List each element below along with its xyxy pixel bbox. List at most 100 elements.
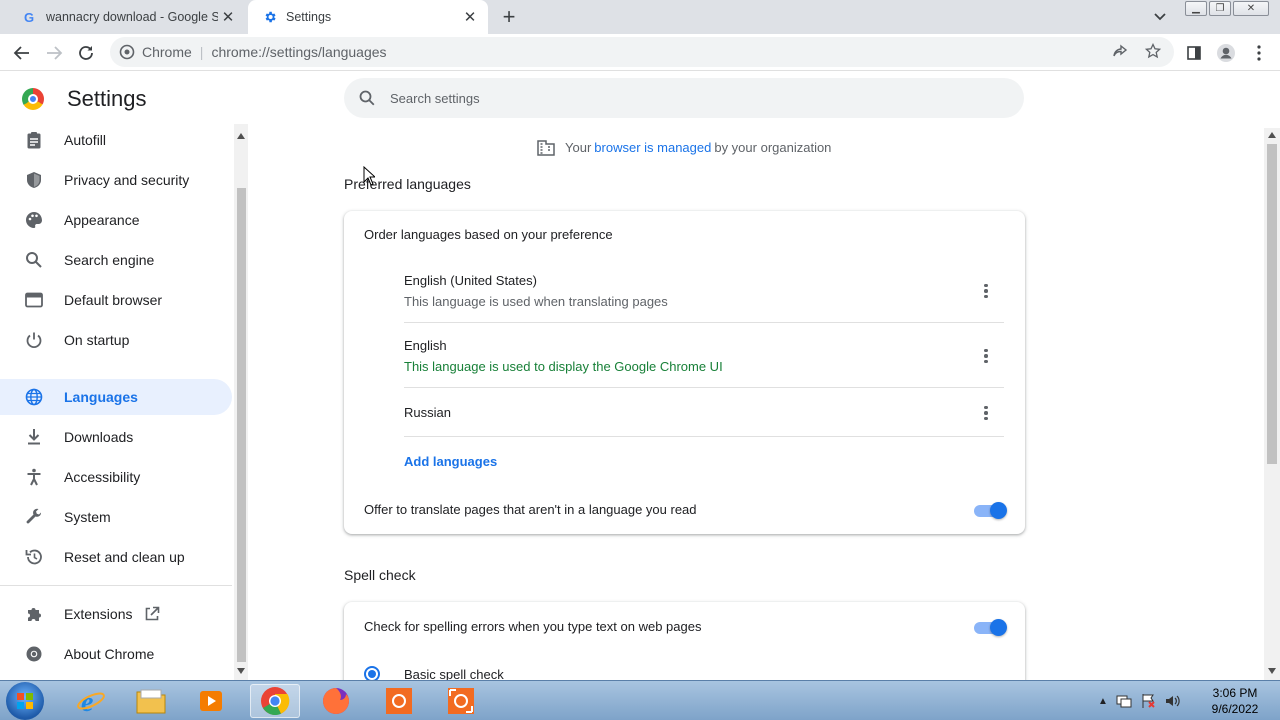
sidebar-scrollbar[interactable]: [234, 124, 248, 680]
taskbar-firefox[interactable]: [311, 684, 361, 718]
scroll-up-arrow-icon[interactable]: [237, 133, 245, 139]
restore-icon: [24, 547, 44, 567]
tab-settings[interactable]: Settings ✕: [248, 0, 488, 34]
sidebar-item-label: Accessibility: [64, 469, 141, 485]
taskbar-clock[interactable]: 3:06 PM 9/6/2022: [1200, 685, 1270, 717]
sidebar-item-extensions[interactable]: Extensions: [0, 596, 232, 632]
sidebar-item-about[interactable]: About Chrome: [0, 636, 232, 672]
spell-check-toggle[interactable]: [974, 619, 1007, 636]
kebab-menu-icon: [1257, 45, 1261, 61]
offer-translate-label: Offer to translate pages that aren't in …: [364, 502, 697, 517]
browser-menu-button[interactable]: [1247, 41, 1271, 65]
language-note: This language is used to display the Goo…: [404, 359, 723, 374]
taskbar-app-orange-2[interactable]: [436, 684, 486, 718]
sidebar-item-reset[interactable]: Reset and clean up: [0, 539, 232, 575]
search-icon: [24, 250, 44, 270]
action-center-flag-icon[interactable]: [1140, 693, 1156, 709]
chrome-logo-icon: [261, 687, 290, 715]
forward-arrow-icon: [47, 46, 63, 60]
language-item: English (United States) This language is…: [404, 273, 1004, 309]
language-menu-button[interactable]: [977, 347, 995, 365]
profile-button[interactable]: [1214, 41, 1238, 65]
language-divider: [404, 322, 1004, 323]
show-hidden-icons-icon[interactable]: ▲: [1098, 696, 1108, 707]
tab-search-chevron-icon[interactable]: [1150, 8, 1170, 26]
restore-button[interactable]: ❐: [1209, 1, 1231, 16]
taskbar-internet-explorer[interactable]: e: [66, 684, 116, 718]
preferred-languages-card: Order languages based on your preference…: [344, 211, 1025, 534]
sidebar-item-label: On startup: [64, 332, 130, 348]
building-icon: [537, 140, 555, 156]
scroll-down-arrow-icon[interactable]: [237, 668, 245, 674]
language-menu-button[interactable]: [977, 404, 995, 422]
sidebar-item-system[interactable]: System: [0, 499, 232, 535]
language-note: This language is used when translating p…: [404, 294, 668, 309]
close-tab-icon[interactable]: ✕: [460, 7, 480, 27]
sidebar-item-autofill[interactable]: Autofill: [0, 122, 232, 158]
shield-icon: [24, 170, 44, 190]
tab-title: wannacry download - Google Se: [46, 10, 218, 24]
close-window-button[interactable]: ✕: [1233, 1, 1269, 16]
network-icon[interactable]: [1116, 693, 1132, 709]
open-in-new-icon: [144, 606, 160, 622]
globe-icon: [24, 387, 44, 407]
close-tab-icon[interactable]: ✕: [218, 7, 238, 27]
sidebar-item-label: System: [64, 509, 111, 525]
language-menu-button[interactable]: [977, 282, 995, 300]
main-scroll-thumb[interactable]: [1267, 144, 1277, 464]
bookmark-star-icon[interactable]: [1144, 42, 1162, 62]
tab-google-search[interactable]: G wannacry download - Google Se ✕: [8, 0, 246, 34]
power-icon: [24, 330, 44, 350]
app-icon: [448, 688, 474, 714]
add-languages-button[interactable]: Add languages: [404, 454, 497, 469]
forward-button[interactable]: [42, 41, 66, 65]
back-button[interactable]: [10, 41, 34, 65]
chrome-logo-icon: [22, 88, 44, 110]
settings-search[interactable]: Search settings: [344, 78, 1024, 118]
url-text: chrome://settings/languages: [211, 44, 387, 60]
sidebar-item-accessibility[interactable]: Accessibility: [0, 459, 232, 495]
share-icon[interactable]: [1112, 44, 1128, 63]
side-panel-button[interactable]: [1182, 41, 1206, 65]
sidebar-item-default-browser[interactable]: Default browser: [0, 282, 232, 318]
language-name: English (United States): [404, 273, 537, 288]
search-icon: [359, 90, 375, 106]
taskbar-media-player[interactable]: [186, 684, 236, 718]
sidebar-item-languages[interactable]: Languages: [0, 379, 232, 415]
sidebar-item-search-engine[interactable]: Search engine: [0, 242, 232, 278]
start-button[interactable]: [6, 682, 44, 720]
sidebar-item-label: About Chrome: [64, 646, 155, 662]
svg-text:G: G: [24, 10, 34, 24]
volume-icon[interactable]: [1164, 693, 1180, 709]
address-bar[interactable]: Chrome | chrome://settings/languages: [110, 37, 1174, 67]
sidebar-item-privacy[interactable]: Privacy and security: [0, 162, 232, 198]
offer-translate-toggle[interactable]: [974, 502, 1007, 519]
sidebar-item-appearance[interactable]: Appearance: [0, 202, 232, 238]
scroll-down-arrow-icon[interactable]: [1268, 668, 1276, 674]
svg-text:e: e: [81, 687, 93, 716]
sidebar-item-on-startup[interactable]: On startup: [0, 322, 232, 358]
new-tab-button[interactable]: +: [498, 4, 520, 29]
taskbar-file-explorer[interactable]: [126, 684, 176, 718]
scroll-up-arrow-icon[interactable]: [1268, 132, 1276, 138]
order-languages-label: Order languages based on your preference: [364, 227, 613, 242]
taskbar-app-orange[interactable]: [374, 684, 424, 718]
minimize-button[interactable]: ▁: [1185, 1, 1207, 16]
sidebar-scroll-thumb[interactable]: [237, 188, 246, 662]
accessibility-icon: [24, 467, 44, 487]
browser-toolbar: Chrome | chrome://settings/languages: [0, 34, 1280, 71]
windows-logo-icon: [17, 693, 33, 709]
sidebar-item-label: Appearance: [64, 212, 140, 228]
folder-icon: [136, 689, 166, 714]
reload-button[interactable]: [74, 41, 98, 65]
language-name: English: [404, 338, 447, 353]
sidebar-item-downloads[interactable]: Downloads: [0, 419, 232, 455]
language-divider: [404, 387, 1004, 388]
chrome-icon: [24, 644, 44, 664]
managed-link[interactable]: browser is managed: [594, 140, 711, 155]
managed-prefix: Your: [565, 139, 592, 155]
autofill-icon: [24, 130, 44, 150]
taskbar-chrome[interactable]: [250, 684, 300, 718]
main-scrollbar[interactable]: [1264, 128, 1280, 680]
language-item: English This language is used to display…: [404, 338, 1004, 374]
